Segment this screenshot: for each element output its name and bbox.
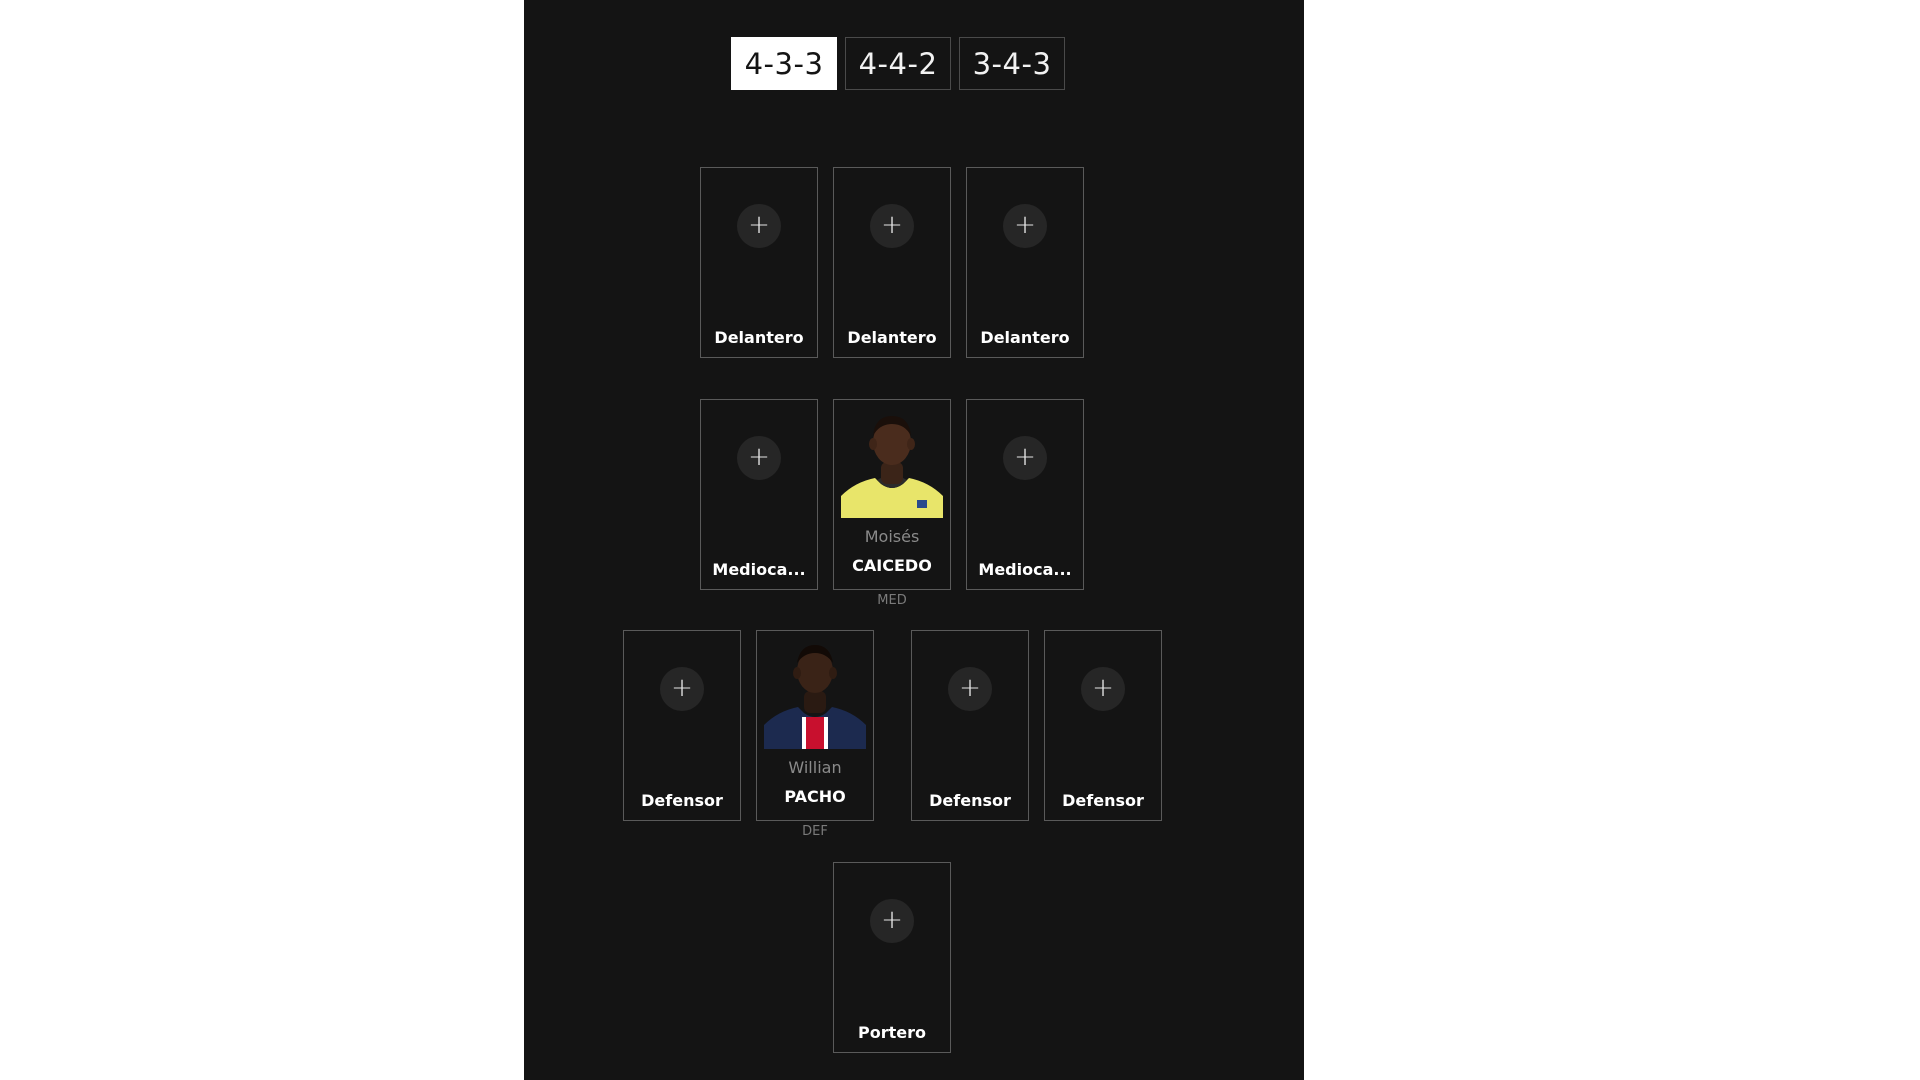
slot-defender-3[interactable]: + Defensor bbox=[911, 630, 1029, 821]
slot-defender-1[interactable]: + Defensor bbox=[623, 630, 741, 821]
slot-midfielder-1[interactable]: + Medioca... bbox=[700, 399, 818, 590]
slot-label: Defensor bbox=[1062, 791, 1144, 810]
tab-formation-3-4-3[interactable]: 3-4-3 bbox=[959, 37, 1065, 90]
slot-midfielder-3[interactable]: + Medioca... bbox=[966, 399, 1084, 590]
player-first-name: Moisés bbox=[864, 527, 920, 546]
slot-label: Delantero bbox=[714, 328, 804, 347]
player-position-tag: MED bbox=[877, 593, 907, 608]
slot-label: Defensor bbox=[929, 791, 1011, 810]
player-position-tag: DEF bbox=[802, 824, 828, 839]
plus-icon[interactable]: + bbox=[737, 204, 781, 248]
plus-icon[interactable]: + bbox=[1003, 204, 1047, 248]
player-last-name: CAICEDO bbox=[852, 556, 932, 575]
slot-forward-2[interactable]: + Delantero bbox=[833, 167, 951, 358]
formation-tabs: 4-3-3 4-4-2 3-4-3 bbox=[731, 37, 1065, 90]
plus-icon[interactable]: + bbox=[870, 204, 914, 248]
slot-label: Defensor bbox=[641, 791, 723, 810]
player-photo bbox=[841, 408, 943, 518]
player-card-caicedo[interactable]: Moisés CAICEDO MED bbox=[833, 399, 951, 608]
slot-label: Medioca... bbox=[712, 560, 806, 579]
slot-label: Portero bbox=[858, 1023, 926, 1042]
player-first-name: Willian bbox=[788, 758, 842, 777]
plus-icon[interactable]: + bbox=[1081, 667, 1125, 711]
plus-icon[interactable]: + bbox=[1003, 436, 1047, 480]
slot-goalkeeper[interactable]: + Portero bbox=[833, 862, 951, 1053]
player-photo bbox=[764, 639, 866, 749]
lineup-builder-panel: 4-3-3 4-4-2 3-4-3 + Delantero + Delanter… bbox=[524, 0, 1304, 1080]
slot-forward-1[interactable]: + Delantero bbox=[700, 167, 818, 358]
plus-icon[interactable]: + bbox=[948, 667, 992, 711]
slot-forward-3[interactable]: + Delantero bbox=[966, 167, 1084, 358]
plus-icon[interactable]: + bbox=[737, 436, 781, 480]
tab-formation-4-3-3[interactable]: 4-3-3 bbox=[731, 37, 837, 90]
player-card-pacho[interactable]: Willian PACHO DEF bbox=[756, 630, 874, 839]
player-last-name: PACHO bbox=[784, 787, 846, 806]
plus-icon[interactable]: + bbox=[870, 899, 914, 943]
slot-label: Delantero bbox=[980, 328, 1070, 347]
slot-label: Delantero bbox=[847, 328, 937, 347]
slot-defender-4[interactable]: + Defensor bbox=[1044, 630, 1162, 821]
plus-icon[interactable]: + bbox=[660, 667, 704, 711]
tab-formation-4-4-2[interactable]: 4-4-2 bbox=[845, 37, 951, 90]
slot-label: Medioca... bbox=[978, 560, 1072, 579]
